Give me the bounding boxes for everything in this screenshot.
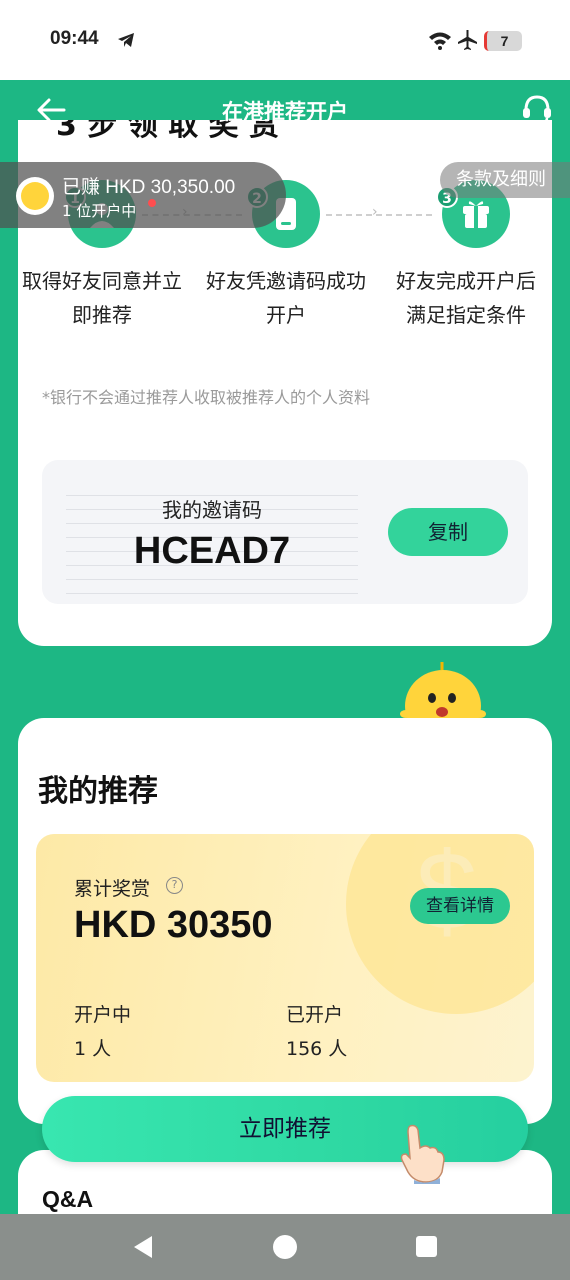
- step-1-label: 取得好友同意并立即推荐: [22, 269, 182, 327]
- opened-label: 已开户: [286, 1004, 344, 1026]
- step-3-label: 好友完成开户后满足指定条件: [396, 269, 536, 327]
- opening-value: 1 人: [74, 1038, 112, 1060]
- status-time: 09:44: [50, 28, 99, 49]
- notification-dot: [148, 199, 156, 207]
- my-referrals-card: 我的推荐 $ 累计奖赏 ? HKD 30350 查看详情 开户中 1 人 已开户…: [18, 718, 552, 1124]
- terms-link[interactable]: 条款及细则: [440, 162, 570, 198]
- pointing-hand-icon: [400, 1124, 445, 1184]
- earned-amount: 已赚 HKD 30,350.00: [62, 177, 236, 198]
- opened-value: 156 人: [286, 1038, 348, 1060]
- battery-indicator: 7: [484, 31, 522, 51]
- airplane-icon: [458, 30, 477, 50]
- invite-code-value: HCEAD7: [133, 530, 291, 572]
- step-connector: [326, 214, 432, 216]
- help-icon[interactable]: ?: [166, 877, 183, 894]
- invite-code-label: 我的邀请码: [162, 498, 262, 522]
- step-arrow-icon: ›: [372, 204, 378, 220]
- system-recents-icon[interactable]: [416, 1236, 437, 1257]
- system-home-icon[interactable]: [273, 1235, 297, 1259]
- qa-title: Q&A: [42, 1186, 94, 1212]
- total-reward-label: 累计奖赏: [74, 878, 151, 900]
- reward-summary: $ 累计奖赏 ? HKD 30350 查看详情 开户中 1 人 已开户 156 …: [36, 834, 534, 1082]
- opening-label: 开户中: [74, 1004, 132, 1026]
- avatar: [16, 177, 54, 215]
- total-reward-amount: HKD 30350: [74, 904, 273, 946]
- page-title: 在港推荐开户: [222, 100, 348, 124]
- invite-code-box: 我的邀请码 HCEAD7 复制: [42, 460, 528, 604]
- copy-button[interactable]: 复制: [388, 508, 508, 556]
- wifi-icon: [429, 32, 451, 50]
- gift-icon: [463, 201, 489, 228]
- view-details-button[interactable]: 查看详情: [410, 888, 510, 924]
- system-back-icon[interactable]: [130, 1234, 156, 1260]
- privacy-disclaimer: *银行不会通过推荐人收取被推荐人的个人资料: [42, 388, 371, 407]
- step-2-label: 好友凭邀请码成功开户: [206, 269, 366, 327]
- section-title: 我的推荐: [38, 774, 158, 809]
- telegram-icon: [118, 33, 134, 47]
- mascot-icon: [400, 662, 486, 720]
- status-bar: 09:44 7: [0, 0, 570, 80]
- recommend-now-button[interactable]: 立即推荐: [42, 1096, 528, 1162]
- headset-icon[interactable]: [520, 92, 554, 126]
- opening-count: 1 位开户中: [62, 202, 137, 220]
